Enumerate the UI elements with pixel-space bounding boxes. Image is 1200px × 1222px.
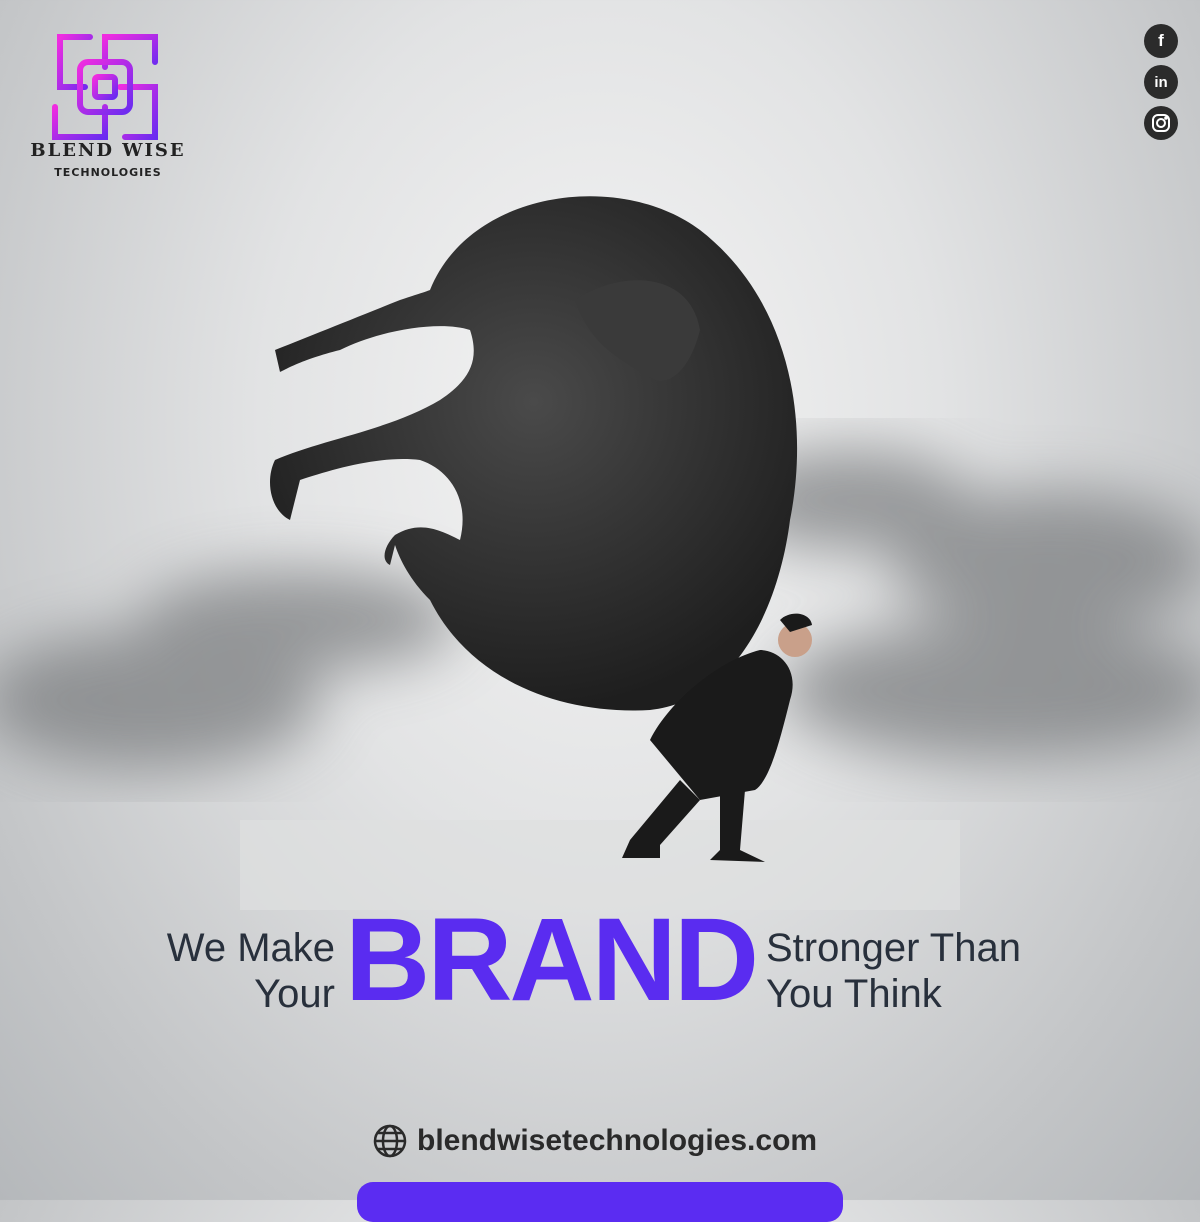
blend-wise-logo [52, 34, 158, 140]
headline-left: We Make Your [80, 925, 335, 1017]
elephant-scene-illustration [0, 196, 1200, 910]
website-text: blendwisetechnologies.com [417, 1124, 818, 1157]
headline-right-line1: Stronger Than [766, 926, 1021, 970]
facebook-icon[interactable]: f [1144, 24, 1178, 58]
headline-right: Stronger Than You Think [766, 925, 1166, 1017]
headline-highlight: BRAND [345, 894, 759, 1026]
website-link[interactable]: blendwisetechnologies.com [373, 1124, 817, 1158]
footer-accent-bar [357, 1182, 843, 1222]
headline-right-line2: You Think [766, 972, 942, 1016]
instagram-icon[interactable] [1144, 106, 1178, 140]
linkedin-icon[interactable]: in [1144, 65, 1178, 99]
headline-left-line1: We Make [166, 926, 335, 970]
headline-left-line2: Your [254, 972, 335, 1016]
globe-icon [373, 1124, 407, 1158]
brand-name: BLEND WISE [30, 140, 186, 161]
